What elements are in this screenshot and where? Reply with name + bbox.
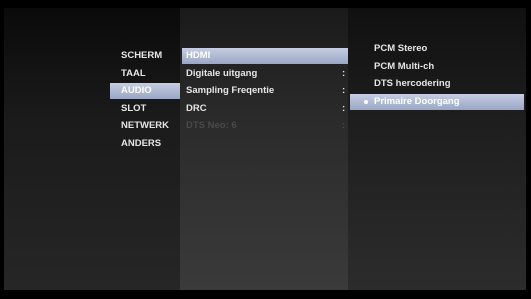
menu-item-netwerk[interactable]: NETWERK: [119, 118, 169, 134]
audio-item-sampling-freqentie-separator: :: [342, 85, 346, 96]
menu-item-audio[interactable]: AUDIO: [110, 83, 180, 99]
audio-item-hdmi[interactable]: HDMI: [182, 48, 348, 64]
hdmi-option-primaire-doorgang[interactable]: Primaire Doorgang: [350, 94, 524, 110]
hdmi-option-pcm-stereo[interactable]: PCM Stereo: [374, 41, 427, 57]
audio-item-digitale-uitgang[interactable]: Digitale uitgang: [186, 66, 257, 82]
selected-bullet-icon: [364, 100, 368, 104]
menu-item-taal[interactable]: TAAL: [119, 66, 146, 82]
audio-item-dts-neo6: DTS Neo: 6: [186, 120, 237, 131]
hdmi-options-panel: PCM Stereo PCM Multi-ch DTS hercodering …: [348, 8, 526, 290]
audio-item-dts-neo6-separator: :: [342, 120, 346, 131]
hdmi-option-primaire-doorgang-label: Primaire Doorgang: [374, 96, 460, 107]
setup-screen: SCHERM TAAL AUDIO SLOT NETWERK ANDERS HD…: [0, 0, 531, 299]
hdmi-option-dts-hercodering[interactable]: DTS hercodering: [374, 76, 451, 92]
hdmi-option-pcm-multi-ch[interactable]: PCM Multi-ch: [374, 59, 434, 75]
menu-item-slot[interactable]: SLOT: [119, 101, 146, 117]
audio-item-drc-separator: :: [342, 103, 346, 114]
menu-item-anders[interactable]: ANDERS: [119, 136, 161, 152]
main-menu-panel: SCHERM TAAL AUDIO SLOT NETWERK ANDERS: [4, 8, 180, 290]
audio-item-digitale-uitgang-separator: :: [342, 68, 346, 79]
audio-item-drc[interactable]: DRC: [186, 101, 207, 117]
audio-item-sampling-freqentie[interactable]: Sampling Freqentie: [186, 83, 274, 99]
audio-menu-panel: HDMI Digitale uitgang : Sampling Freqent…: [180, 8, 348, 290]
menu-item-scherm[interactable]: SCHERM: [119, 48, 162, 64]
